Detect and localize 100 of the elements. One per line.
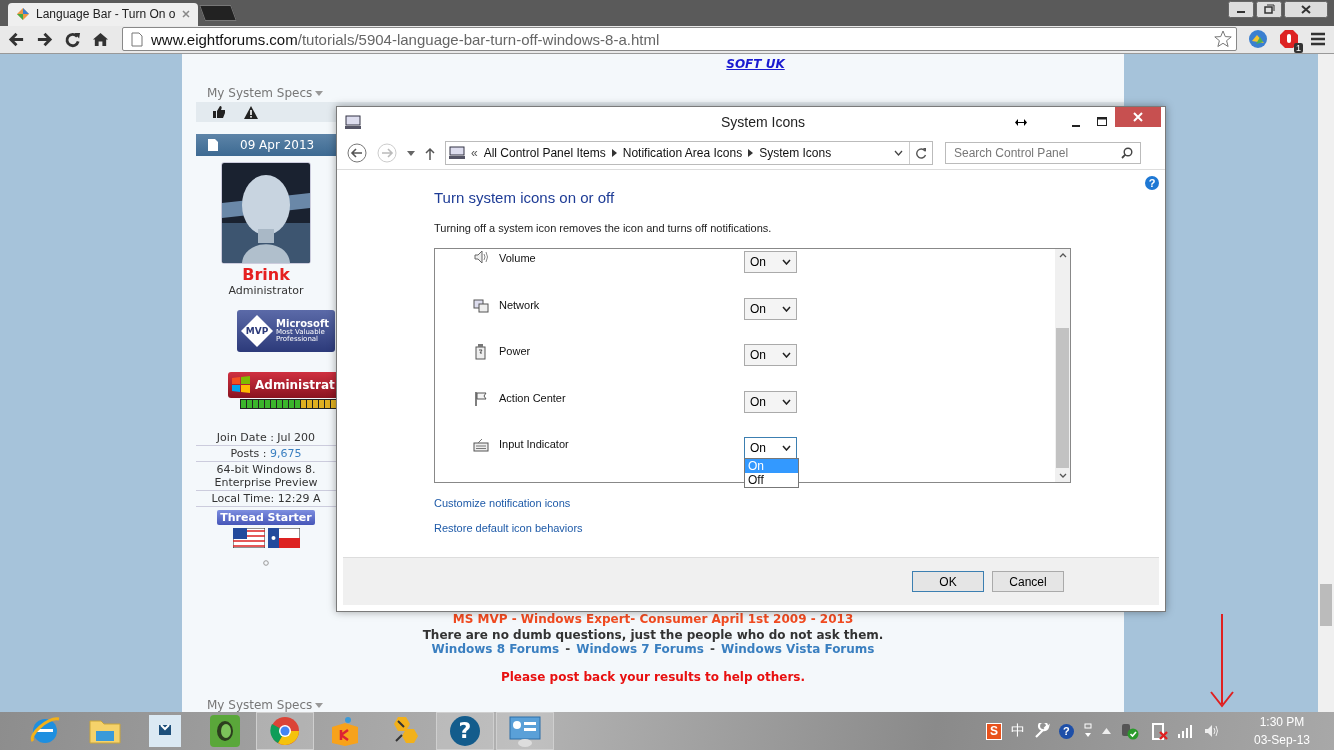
search-field[interactable]: Search Control Panel: [945, 142, 1141, 164]
system-specs-link[interactable]: My System Specs: [207, 698, 313, 712]
link-separator: -: [565, 642, 571, 656]
dropdown[interactable]: On: [744, 437, 797, 460]
favicon-icon: [16, 7, 30, 22]
restore-icon[interactable]: [1256, 1, 1282, 18]
address-bar[interactable]: www.eightforums.com/tutorials/5904-language-bar-turn-off-windows-8-a.html: [122, 27, 1237, 52]
window-switch-icon[interactable]: [1082, 723, 1093, 739]
resize-cursor-icon: [1015, 118, 1027, 126]
soft-uk-link[interactable]: SOFT UK: [726, 57, 785, 71]
back-icon[interactable]: [8, 30, 25, 48]
user-role: Administrator: [228, 284, 304, 297]
breadcrumb-item[interactable]: All Control Panel Items: [483, 146, 606, 160]
rank-text: Administrat: [255, 378, 335, 392]
chevron-down-icon[interactable]: [782, 352, 791, 359]
breadcrumb-item[interactable]: System Icons: [759, 146, 832, 160]
help-icon[interactable]: ?: [1058, 723, 1074, 739]
chevron-right-icon[interactable]: [611, 149, 617, 157]
chevron-down-icon[interactable]: [782, 305, 791, 312]
back-icon[interactable]: [347, 143, 367, 163]
chevron-right-icon[interactable]: [748, 149, 754, 157]
document-icon: [208, 139, 218, 151]
icon-name: Network: [499, 298, 541, 311]
close-icon[interactable]: [1284, 1, 1328, 18]
keyboard-icon: [473, 437, 489, 454]
network-icon: [473, 297, 489, 314]
new-tab-button[interactable]: [199, 4, 237, 21]
control-panel-icon[interactable]: [508, 715, 542, 747]
forum-link[interactable]: Windows 8 Forums: [431, 642, 560, 656]
refresh-icon[interactable]: [915, 147, 927, 159]
call-to-action: Please post back your results to help others.: [500, 670, 806, 684]
taskbar-button[interactable]: ?: [436, 712, 494, 750]
home-icon[interactable]: [92, 30, 109, 48]
scroll-down-icon[interactable]: [1058, 473, 1067, 478]
cancel-button[interactable]: Cancel: [992, 571, 1064, 592]
forward-icon[interactable]: [36, 30, 53, 48]
help-icon[interactable]: ?: [449, 715, 481, 747]
breadcrumb-item[interactable]: Notification Area Icons: [622, 146, 743, 160]
settings-link[interactable]: Customize notification icons: [434, 497, 571, 509]
usb-check-icon[interactable]: [1119, 722, 1140, 740]
scroll-up-icon[interactable]: [1058, 253, 1067, 258]
reload-icon[interactable]: [64, 30, 81, 48]
link-separator: -: [709, 642, 715, 656]
search-icon[interactable]: [1121, 147, 1133, 159]
mvp-title: Microsoft: [276, 319, 330, 329]
system-specs-link[interactable]: My System Specs: [207, 86, 313, 100]
page-heading: Turn system icons on or off: [434, 189, 615, 206]
store-icon[interactable]: [149, 715, 181, 747]
thumbs-up-icon[interactable]: [212, 105, 226, 119]
dropdown-option[interactable]: Off: [745, 473, 798, 488]
extension-icon[interactable]: [1248, 29, 1268, 50]
address-field[interactable]: « All Control Panel Items Notification Area Icons System Icons: [445, 141, 933, 165]
dropdown[interactable]: On: [744, 251, 797, 273]
taskbar-button[interactable]: [256, 712, 314, 750]
dropdown[interactable]: On: [744, 297, 797, 320]
scrollbar[interactable]: [1055, 249, 1070, 482]
dropdown[interactable]: On: [744, 344, 797, 367]
stop-sign-icon[interactable]: [1279, 29, 1299, 50]
round-browser-icon[interactable]: [269, 715, 301, 747]
breadcrumb-overflow[interactable]: «: [471, 146, 478, 160]
caret-icon: [315, 702, 324, 708]
forum-link[interactable]: Windows Vista Forums: [720, 642, 875, 656]
minimize-icon[interactable]: [1228, 1, 1254, 18]
mvp-mark: MVP: [245, 326, 269, 336]
icon-name: Volume: [499, 252, 537, 264]
chevron-down-icon[interactable]: [782, 398, 791, 405]
user-name[interactable]: Brink: [242, 265, 290, 284]
chevron-down-icon[interactable]: [894, 150, 903, 156]
signal-bars-icon[interactable]: [1177, 724, 1194, 738]
taskbar-button[interactable]: [496, 712, 554, 750]
posts-link[interactable]: 9,675: [269, 447, 302, 460]
warning-icon[interactable]: [244, 105, 258, 119]
scroll-thumb[interactable]: [1056, 328, 1069, 468]
post-date: 09 Apr 2013: [240, 138, 315, 152]
scroll-thumb[interactable]: [1320, 584, 1332, 626]
ime-logo-icon[interactable]: S: [985, 722, 1002, 740]
star-icon[interactable]: [1214, 30, 1232, 49]
browser-tab[interactable]: Language Bar - Turn On o: [8, 2, 198, 26]
quote-text: There are no dumb questions, just the people who do not ask them.: [422, 628, 884, 642]
chevron-down-icon[interactable]: [782, 445, 791, 452]
url-text: www.eightforums.com/tutorials/5904-language-bar-turn-off-windows-8-a.html: [151, 30, 661, 48]
scrollbar[interactable]: [1318, 54, 1334, 712]
signature-line: MS MVP - Windows Expert- Consumer April 1st 2009 - 2013: [452, 612, 854, 626]
up-arrow-icon[interactable]: [425, 146, 435, 160]
page-icon: [131, 31, 143, 47]
show-hidden-icons-icon[interactable]: [1101, 728, 1111, 734]
flag-icon: [267, 528, 300, 548]
caret-icon[interactable]: [407, 150, 415, 156]
help-icon[interactable]: ?: [1145, 176, 1159, 190]
icon-name: Input Indicator: [499, 438, 570, 451]
note-app-icon[interactable]: [210, 715, 240, 747]
description-text: Turning off a system icon removes the icon and turns off notifications.: [434, 222, 772, 234]
wrench-icon[interactable]: [1033, 723, 1050, 739]
forum-link[interactable]: Windows 7 Forums: [576, 642, 704, 656]
menu-icon[interactable]: [1310, 31, 1326, 48]
dropdown[interactable]: On: [744, 390, 797, 413]
chevron-down-icon[interactable]: [782, 259, 791, 265]
settings-link[interactable]: Restore default icon behaviors: [434, 522, 583, 534]
caret-icon: [315, 90, 324, 96]
ok-button[interactable]: OK: [912, 571, 984, 592]
